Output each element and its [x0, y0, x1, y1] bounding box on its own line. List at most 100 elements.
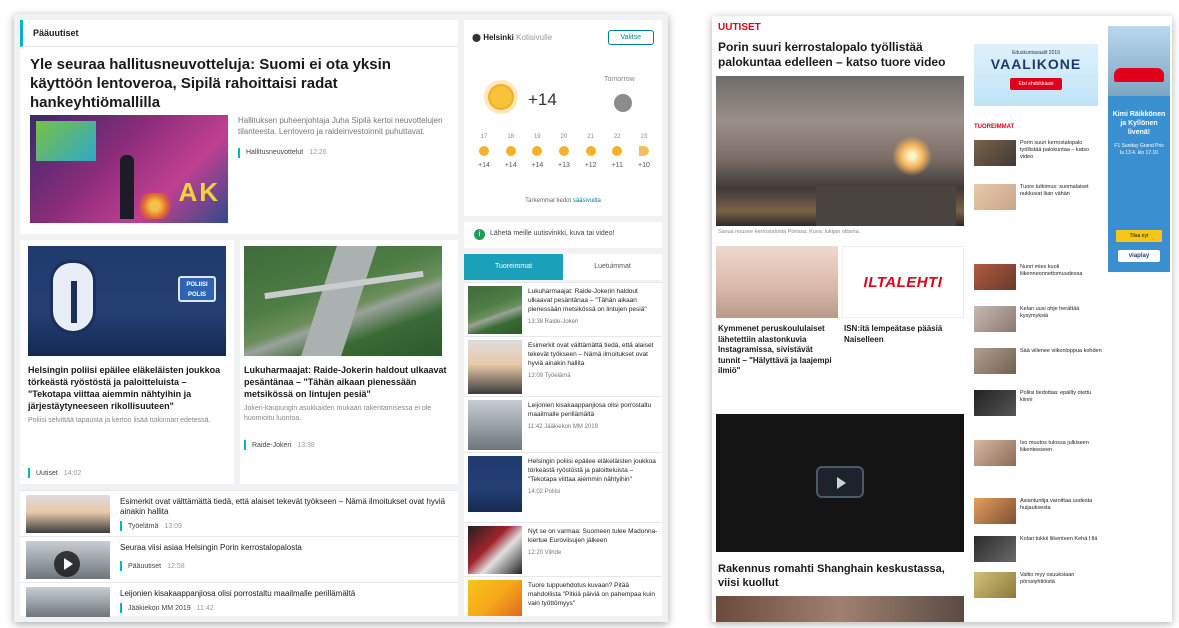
story-title[interactable]: Helsingin poliisi epäilee eläkeläisten j…	[28, 364, 226, 412]
list-item-time: 13:09	[164, 522, 182, 530]
list-item-title[interactable]: Esimerkit ovat välttämättä tiedä, että a…	[120, 497, 452, 517]
list-thumbnail	[974, 498, 1016, 524]
list-item-title[interactable]: Kolari tukkii liikenteen Kehä I:llä	[1020, 536, 1102, 543]
section-label[interactable]: UUTISET	[718, 22, 761, 33]
tab-most-read[interactable]: Luetuimmat	[563, 254, 662, 280]
news-title[interactable]: Lukuharmaajat: Raide-Jokerin haldout ulk…	[528, 287, 658, 314]
list-item-title[interactable]: Iso muutos tulossa julkiseen liikenteese…	[1020, 440, 1102, 454]
news-list-item[interactable]: Tuore tuppuehdotus kuvaan? Pitää mahdoll…	[464, 576, 662, 616]
yle-screenshot: Pääuutiset Yle seuraa hallitusneuvottelu…	[14, 14, 668, 622]
sun-icon	[612, 146, 623, 156]
list-thumbnail[interactable]	[26, 541, 110, 579]
lead-story-card[interactable]: Pääuutiset Yle seuraa hallitusneuvottelu…	[20, 20, 458, 234]
weather-hour: 17 +14	[474, 134, 494, 169]
list-item-title[interactable]: Seuraa viisi asiaa Helsingin Porin kerro…	[120, 543, 452, 553]
story-image[interactable]	[716, 596, 964, 622]
weather-select-button[interactable]: Valitse	[607, 30, 654, 45]
list-item-category[interactable]: Jääkiekon MM 2019	[128, 605, 191, 612]
list-item-title[interactable]: Asiantuntija varoittaa uudesta huijaukse…	[1020, 498, 1102, 512]
lead-story-title[interactable]: Yle seuraa hallitusneuvotteluja: Suomi e…	[20, 47, 458, 112]
list-item[interactable]: Leijonien kisakaappanjiosa olisi porrost…	[20, 582, 458, 617]
news-title[interactable]: Helsingin poliisi epäilee eläkeläisten j…	[528, 457, 658, 484]
news-list-item[interactable]: Nyt se on varmaa: Suomeen tulee Madonna-…	[464, 522, 662, 576]
iltalehti-logo-tile[interactable]: ILTALEHTI	[842, 246, 964, 318]
iltalehti-screenshot: UUTISET Porin suuri kerrostalopalo työll…	[712, 16, 1172, 622]
list-item-title[interactable]: Sää viilenee viikonloppua kohden	[1020, 348, 1102, 355]
list-item-title[interactable]: Leijonien kisakaappanjiosa olisi porrost…	[120, 589, 452, 599]
play-icon[interactable]	[54, 551, 80, 577]
news-list-item[interactable]: Helsingin poliisi epäilee eläkeläisten j…	[464, 452, 662, 522]
list-item-meta: Työelämä 13:09	[120, 521, 452, 531]
location-pin-icon: ⬤	[472, 33, 481, 42]
list-thumbnail	[974, 306, 1016, 332]
ad-cta-button[interactable]: Tilaa nyt	[1116, 230, 1162, 242]
list-item-title[interactable]: Valtio myy osuuksiaan pörssiyhtiöistä	[1020, 572, 1102, 586]
play-button-icon[interactable]	[816, 466, 864, 498]
story-title[interactable]: Rakennus romahti Shanghain keskustassa, …	[718, 562, 964, 590]
news-list-item[interactable]: Esimerkit ovat välttämättä tiedä, että a…	[464, 336, 662, 396]
video-player[interactable]	[716, 414, 964, 552]
list-item-title[interactable]: Poliisi tiedottaa: epäilty otettu kiinni	[1020, 390, 1102, 404]
story-card-police[interactable]: POLIISI POLIS Helsingin poliisi epäilee …	[20, 240, 234, 484]
lead-story-image[interactable]: AK	[30, 115, 228, 223]
news-list-item[interactable]: Lukuharmaajat: Raide-Jokerin haldout ulk…	[464, 282, 662, 336]
story-card-rail[interactable]: Lukuharmaajat: Raide-Jokerin haldout ulk…	[240, 240, 458, 484]
hour-temp: +12	[584, 162, 597, 169]
weather-more: Tarkemmat tiedot sääsivuilta	[464, 198, 662, 204]
news-meta: 14:02 Poliisi	[528, 489, 561, 495]
news-title[interactable]: Nyt se on varmaa: Suomeen tulee Madonna-…	[528, 527, 658, 545]
story-title[interactable]: Lukuharmaajat: Raide-Jokerin haldout ulk…	[244, 364, 448, 400]
list-item-title[interactable]: Tuore tutkimus: suomalaiset nukkuvat lii…	[1020, 184, 1102, 198]
rail-image[interactable]	[244, 246, 442, 356]
story-time: 14:02	[63, 469, 82, 477]
weather-city[interactable]: ⬤ Helsinki Kotisivulle	[472, 33, 552, 42]
yle-main-column: Pääuutiset Yle seuraa hallitusneuvottelu…	[20, 20, 458, 617]
list-thumbnail	[974, 536, 1016, 562]
list-item-category[interactable]: Työelämä	[128, 523, 158, 530]
weather-city-name[interactable]: Helsinki	[483, 33, 514, 42]
list-item[interactable]: Seuraa viisi asiaa Helsingin Porin kerro…	[20, 536, 458, 582]
story-meta: Raide-Jokeri 13:38	[244, 440, 315, 450]
news-tip-banner[interactable]: i Lähetä meille uutisvinkki, kuva tai vi…	[464, 222, 662, 248]
vaalikone-button[interactable]: Etsi ehdokkaasi	[1010, 78, 1062, 90]
list-item-title[interactable]: Porin suuri kerrostalopalo työllistää pa…	[1020, 140, 1102, 161]
lead-category[interactable]: Hallitusneuvottelut	[246, 147, 303, 158]
list-thumbnail	[974, 348, 1016, 374]
list-thumbnail	[974, 184, 1016, 210]
story-category[interactable]: Raide-Jokeri	[252, 442, 291, 449]
news-tip-text[interactable]: Lähetä meille uutisvinkki, kuva tai vide…	[490, 230, 615, 237]
weather-city-sub: Kotisivulle	[516, 33, 553, 42]
news-title[interactable]: Tuore tuppuehdotus kuvaan? Pitää mahdoll…	[528, 581, 658, 608]
list-item-title[interactable]: Nuori mies kuoli liikenneonnettomuudessa	[1020, 264, 1102, 278]
fire-image[interactable]	[716, 76, 964, 226]
news-list-item[interactable]: Leijonien kisakaappanjiosa olisi porrost…	[464, 396, 662, 452]
weather-more-link[interactable]: sääsivuilta	[573, 198, 601, 204]
news-tabs: Tuoreimmat Luetuimmat	[464, 254, 662, 280]
advertisement-banner[interactable]: Kimi Räikkönen ja Kyllönen livenä! F1 Su…	[1108, 26, 1170, 272]
news-title[interactable]: Leijonien kisakaappanjiosa olisi porrost…	[528, 401, 658, 419]
story-title[interactable]: ISN:itä lempeätase pääsiä Naiselleen	[844, 324, 962, 345]
tab-latest[interactable]: Tuoreimmat	[464, 254, 563, 280]
story-category[interactable]: Uutiset	[36, 470, 58, 477]
list-item-category[interactable]: Pääuutiset	[128, 563, 161, 570]
list-thumbnail	[26, 587, 110, 617]
list-thumbnail	[26, 495, 110, 533]
hour-temp: +11	[611, 162, 623, 169]
vaalikone-banner[interactable]: Eduskuntavaalit 2019 VAALIKONE Etsi ehdo…	[974, 44, 1098, 106]
yle-side-column: ⬤ Helsinki Kotisivulle Valitse +14 Tomor…	[464, 20, 662, 616]
list-thumbnail	[974, 264, 1016, 290]
hour-temp: +14	[478, 162, 490, 169]
weather-hour: 18 +14	[501, 134, 521, 169]
news-title[interactable]: Esimerkit ovat välttämättä tiedä, että a…	[528, 341, 658, 368]
list-thumbnail	[974, 390, 1016, 416]
story-meta: Uutiset 14:02	[28, 468, 81, 478]
list-item-title[interactable]: Kelan uusi ohje herättää kysymyksiä	[1020, 306, 1102, 320]
list-item[interactable]: Esimerkit ovat välttämättä tiedä, että a…	[20, 490, 458, 536]
police-image[interactable]: POLIISI POLIS	[28, 246, 226, 356]
list-item-time: 11:42	[196, 604, 214, 612]
hour-temp: +14	[504, 162, 517, 169]
news-thumbnail	[468, 340, 522, 394]
lead-story-title[interactable]: Porin suuri kerrostalopalo työllistää pa…	[718, 40, 964, 70]
story-image[interactable]	[716, 246, 838, 318]
story-title[interactable]: Kymmenet peruskoululaiset lähetettiin al…	[718, 324, 836, 377]
